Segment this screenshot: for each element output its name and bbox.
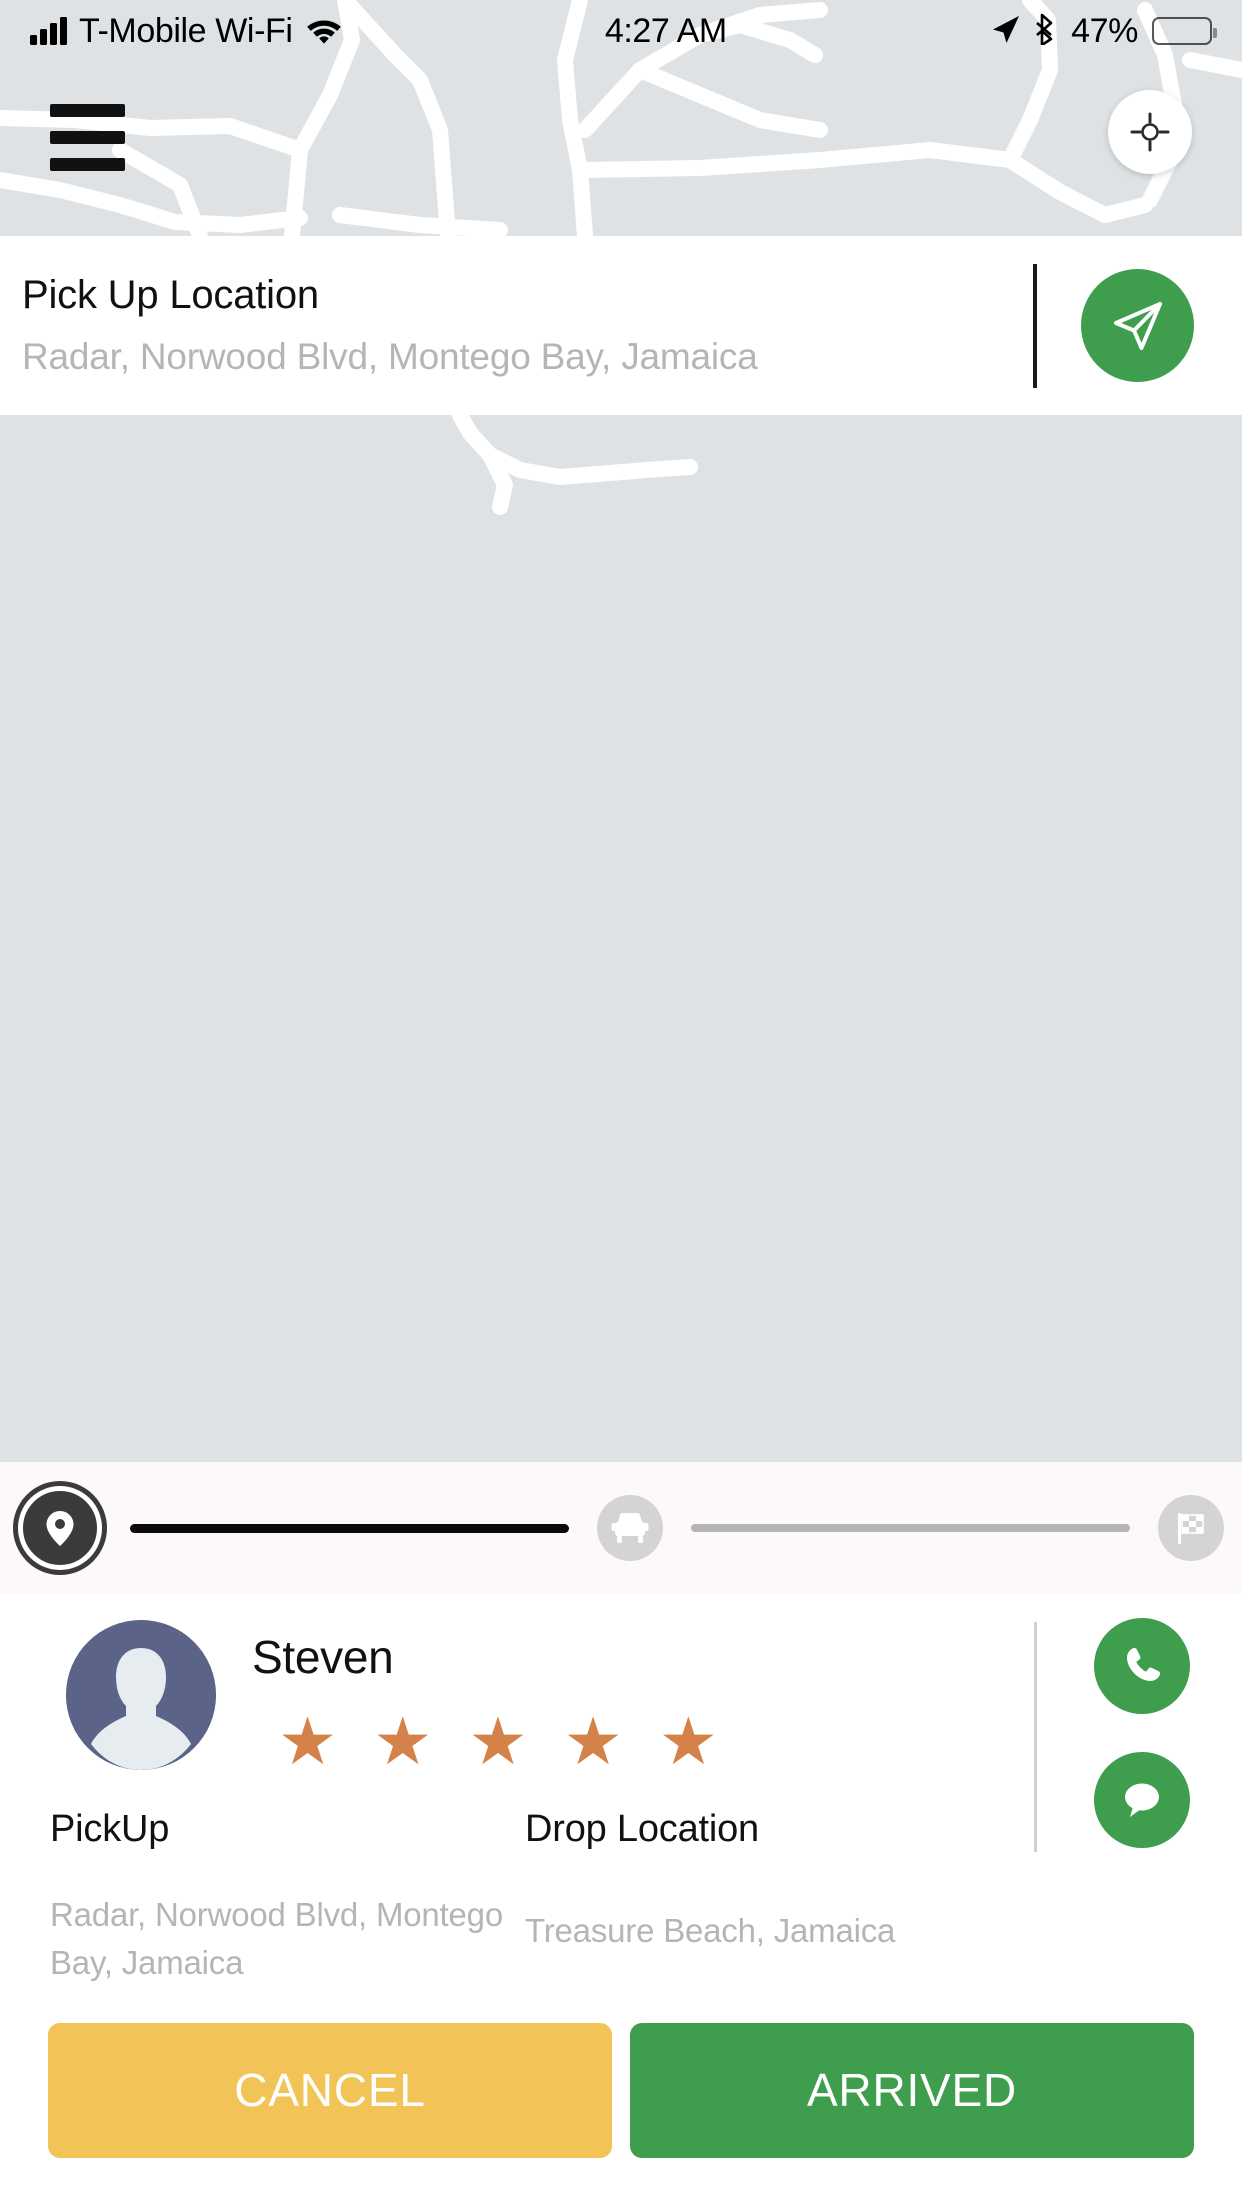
car-icon: [597, 1495, 663, 1561]
star-icon: ★: [278, 1704, 338, 1778]
trip-drop-address: Treasure Beach, Jamaica: [525, 1912, 896, 1949]
map-roads-bottom: [452, 415, 698, 515]
contact-actions: [1094, 1618, 1190, 1848]
call-button[interactable]: [1094, 1618, 1190, 1714]
navigate-button[interactable]: [1081, 269, 1194, 382]
trip-pickup-block: PickUp Radar, Norwood Blvd, Montego Bay,…: [50, 1808, 530, 1987]
trip-progress-stepper: [0, 1462, 1242, 1594]
status-bar-right: 47%: [989, 11, 1217, 51]
user-avatar-icon: [66, 1620, 216, 1770]
pickup-card-texts: Pick Up Location Radar, Norwood Blvd, Mo…: [22, 273, 1033, 378]
bluetooth-icon: [1035, 13, 1057, 50]
contact-divider: [1034, 1622, 1037, 1852]
status-bar: T-Mobile Wi-Fi 4:27 AM 47%: [0, 0, 1242, 62]
hamburger-menu-icon[interactable]: [46, 100, 129, 175]
carrier-label: T-Mobile Wi-Fi: [79, 11, 293, 50]
message-button[interactable]: [1094, 1752, 1190, 1848]
location-arrow-icon: [989, 13, 1021, 50]
step-pickup[interactable]: [13, 1481, 107, 1575]
wifi-icon: [305, 14, 343, 49]
clock-label: 4:27 AM: [604, 11, 727, 50]
map-pin-icon: [13, 1481, 107, 1575]
star-icon: ★: [563, 1704, 623, 1778]
trip-details-sheet: Steven ★ ★ ★ ★ ★ PickUp Radar, Norwood B…: [0, 1594, 1242, 2208]
battery-icon: [1152, 17, 1217, 45]
checkered-flag-icon: [1158, 1495, 1224, 1561]
map-view-bottom[interactable]: [0, 415, 1242, 1462]
star-icon: ★: [658, 1704, 718, 1778]
send-navigate-icon: [1113, 301, 1162, 350]
pickup-card-divider: [1033, 263, 1037, 388]
pickup-location-card[interactable]: Pick Up Location Radar, Norwood Blvd, Mo…: [0, 236, 1242, 415]
star-icon: ★: [373, 1704, 433, 1778]
battery-percent-label: 47%: [1071, 11, 1138, 50]
stepper-connector-2: [691, 1524, 1130, 1532]
action-buttons: CANCEL ARRIVED: [0, 2022, 1242, 2158]
chat-bubble-icon: [1125, 1783, 1159, 1817]
driver-row: Steven ★ ★ ★ ★ ★: [0, 1594, 1242, 1852]
signal-bars-icon: [30, 17, 67, 45]
stepper-connector-1: [130, 1523, 569, 1533]
trip-drop-label: Drop Location: [525, 1808, 759, 1850]
arrived-button[interactable]: ARRIVED: [630, 2022, 1194, 2158]
star-icon: ★: [468, 1704, 528, 1778]
phone-icon: [1127, 1648, 1160, 1681]
cancel-button[interactable]: CANCEL: [48, 2022, 612, 2158]
trip-pickup-address: Radar, Norwood Blvd, Montego Bay, Jamaic…: [50, 1896, 503, 1981]
step-in-transit[interactable]: [597, 1495, 663, 1561]
status-bar-center: 4:27 AM: [343, 12, 990, 51]
pickup-card-address: Radar, Norwood Blvd, Montego Bay, Jamaic…: [22, 336, 758, 377]
trip-locations: PickUp Radar, Norwood Blvd, Montego Bay,…: [0, 1808, 1242, 1987]
crosshair-locate-icon[interactable]: [1108, 90, 1192, 174]
step-dropoff[interactable]: [1158, 1495, 1224, 1561]
trip-pickup-label: PickUp: [50, 1808, 170, 1850]
trip-drop-block: Drop Location Treasure Beach, Jamaica: [525, 1808, 1005, 1987]
avatar: [66, 1620, 216, 1770]
pickup-card-title: Pick Up Location: [22, 273, 319, 317]
status-bar-left: T-Mobile Wi-Fi: [30, 12, 343, 51]
app-screen: T-Mobile Wi-Fi 4:27 AM 47% Pick Up Locat…: [0, 0, 1242, 2208]
